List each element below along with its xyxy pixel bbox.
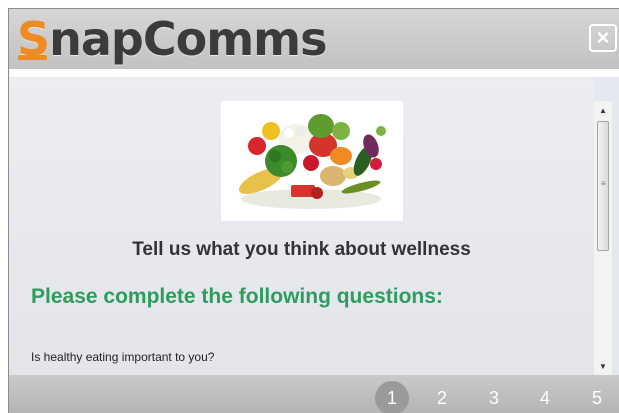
scroll-down-icon[interactable]: ▼	[598, 361, 608, 373]
footer-bar: 1 2 3 4 5	[9, 375, 619, 413]
questions-heading: Please complete the following questions:	[31, 285, 443, 308]
vegetables-image	[221, 101, 403, 221]
divider	[9, 69, 619, 77]
close-button[interactable]: ×	[589, 24, 617, 52]
scroll-thumb[interactable]: ≡	[597, 121, 609, 251]
page-3-button[interactable]: 3	[477, 381, 511, 413]
content-area: Tell us what you think about wellness Pl…	[9, 77, 594, 377]
vertical-scrollbar[interactable]: ▲ ≡ ▼	[594, 101, 612, 377]
question-text: Is healthy eating important to you?	[31, 350, 215, 364]
page-1-button[interactable]: 1	[375, 381, 409, 413]
page-2-button[interactable]: 2	[425, 381, 459, 413]
survey-title: Tell us what you think about wellness	[132, 239, 471, 260]
survey-window: SnapComms × Tell us what you think about…	[8, 8, 619, 413]
header-bar: SnapComms ×	[9, 9, 619, 69]
page-5-button[interactable]: 5	[580, 381, 614, 413]
grip-icon: ≡	[601, 179, 606, 188]
snapcomms-logo: SnapComms	[17, 12, 327, 66]
page-4-button[interactable]: 4	[528, 381, 562, 413]
vegetables-illustration	[238, 114, 386, 209]
scroll-up-icon[interactable]: ▲	[598, 105, 608, 117]
